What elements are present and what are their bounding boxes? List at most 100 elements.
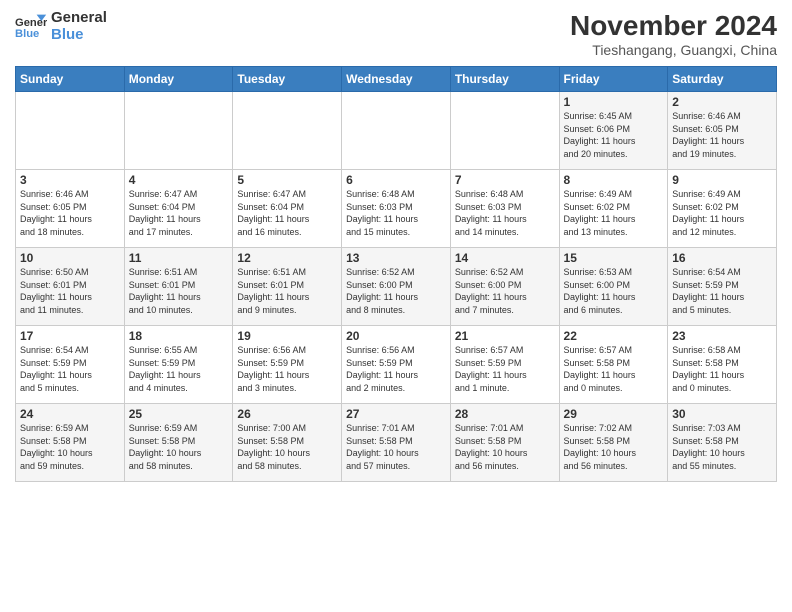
day-number: 8 xyxy=(564,173,664,187)
day-number: 16 xyxy=(672,251,772,265)
calendar-cell xyxy=(342,92,451,170)
calendar-cell: 28Sunrise: 7:01 AM Sunset: 5:58 PM Dayli… xyxy=(450,404,559,482)
header-day-saturday: Saturday xyxy=(668,67,777,92)
day-details: Sunrise: 6:51 AM Sunset: 6:01 PM Dayligh… xyxy=(237,266,337,316)
day-number: 1 xyxy=(564,95,664,109)
logo-line2: Blue xyxy=(51,27,107,44)
day-number: 5 xyxy=(237,173,337,187)
calendar-cell: 29Sunrise: 7:02 AM Sunset: 5:58 PM Dayli… xyxy=(559,404,668,482)
day-number: 14 xyxy=(455,251,555,265)
logo: General Blue General Blue xyxy=(15,10,107,43)
day-details: Sunrise: 6:46 AM Sunset: 6:05 PM Dayligh… xyxy=(20,188,120,238)
calendar-cell: 17Sunrise: 6:54 AM Sunset: 5:59 PM Dayli… xyxy=(16,326,125,404)
day-number: 3 xyxy=(20,173,120,187)
calendar-week-3: 10Sunrise: 6:50 AM Sunset: 6:01 PM Dayli… xyxy=(16,248,777,326)
calendar-cell: 19Sunrise: 6:56 AM Sunset: 5:59 PM Dayli… xyxy=(233,326,342,404)
day-number: 10 xyxy=(20,251,120,265)
calendar-cell: 10Sunrise: 6:50 AM Sunset: 6:01 PM Dayli… xyxy=(16,248,125,326)
day-number: 28 xyxy=(455,407,555,421)
calendar-cell: 23Sunrise: 6:58 AM Sunset: 5:58 PM Dayli… xyxy=(668,326,777,404)
calendar-cell: 20Sunrise: 6:56 AM Sunset: 5:59 PM Dayli… xyxy=(342,326,451,404)
month-title: November 2024 xyxy=(570,10,777,42)
calendar-cell: 22Sunrise: 6:57 AM Sunset: 5:58 PM Dayli… xyxy=(559,326,668,404)
page-container: General Blue General Blue November 2024 … xyxy=(0,0,792,492)
calendar-cell: 18Sunrise: 6:55 AM Sunset: 5:59 PM Dayli… xyxy=(124,326,233,404)
day-details: Sunrise: 7:02 AM Sunset: 5:58 PM Dayligh… xyxy=(564,422,664,472)
calendar-cell: 12Sunrise: 6:51 AM Sunset: 6:01 PM Dayli… xyxy=(233,248,342,326)
day-details: Sunrise: 6:52 AM Sunset: 6:00 PM Dayligh… xyxy=(346,266,446,316)
day-details: Sunrise: 6:56 AM Sunset: 5:59 PM Dayligh… xyxy=(237,344,337,394)
day-number: 18 xyxy=(129,329,229,343)
calendar-cell xyxy=(16,92,125,170)
day-details: Sunrise: 6:59 AM Sunset: 5:58 PM Dayligh… xyxy=(20,422,120,472)
day-number: 20 xyxy=(346,329,446,343)
calendar-cell: 5Sunrise: 6:47 AM Sunset: 6:04 PM Daylig… xyxy=(233,170,342,248)
calendar-cell: 1Sunrise: 6:45 AM Sunset: 6:06 PM Daylig… xyxy=(559,92,668,170)
calendar-cell xyxy=(450,92,559,170)
day-number: 9 xyxy=(672,173,772,187)
calendar-cell: 24Sunrise: 6:59 AM Sunset: 5:58 PM Dayli… xyxy=(16,404,125,482)
day-number: 2 xyxy=(672,95,772,109)
day-details: Sunrise: 6:48 AM Sunset: 6:03 PM Dayligh… xyxy=(455,188,555,238)
day-number: 21 xyxy=(455,329,555,343)
calendar-cell xyxy=(233,92,342,170)
day-details: Sunrise: 6:51 AM Sunset: 6:01 PM Dayligh… xyxy=(129,266,229,316)
day-number: 12 xyxy=(237,251,337,265)
day-number: 4 xyxy=(129,173,229,187)
day-details: Sunrise: 6:58 AM Sunset: 5:58 PM Dayligh… xyxy=(672,344,772,394)
day-number: 13 xyxy=(346,251,446,265)
header-day-sunday: Sunday xyxy=(16,67,125,92)
day-details: Sunrise: 6:46 AM Sunset: 6:05 PM Dayligh… xyxy=(672,110,772,160)
day-details: Sunrise: 6:55 AM Sunset: 5:59 PM Dayligh… xyxy=(129,344,229,394)
day-details: Sunrise: 6:45 AM Sunset: 6:06 PM Dayligh… xyxy=(564,110,664,160)
calendar-cell xyxy=(124,92,233,170)
day-number: 22 xyxy=(564,329,664,343)
day-number: 25 xyxy=(129,407,229,421)
title-block: November 2024 Tieshangang, Guangxi, Chin… xyxy=(570,10,777,58)
calendar-cell: 4Sunrise: 6:47 AM Sunset: 6:04 PM Daylig… xyxy=(124,170,233,248)
day-number: 29 xyxy=(564,407,664,421)
calendar-cell: 15Sunrise: 6:53 AM Sunset: 6:00 PM Dayli… xyxy=(559,248,668,326)
day-details: Sunrise: 6:54 AM Sunset: 5:59 PM Dayligh… xyxy=(20,344,120,394)
day-details: Sunrise: 6:56 AM Sunset: 5:59 PM Dayligh… xyxy=(346,344,446,394)
day-number: 30 xyxy=(672,407,772,421)
calendar-cell: 9Sunrise: 6:49 AM Sunset: 6:02 PM Daylig… xyxy=(668,170,777,248)
logo-icon: General Blue xyxy=(15,13,47,41)
calendar-header-row: SundayMondayTuesdayWednesdayThursdayFrid… xyxy=(16,67,777,92)
calendar-table: SundayMondayTuesdayWednesdayThursdayFrid… xyxy=(15,66,777,482)
day-number: 7 xyxy=(455,173,555,187)
day-number: 27 xyxy=(346,407,446,421)
day-details: Sunrise: 6:52 AM Sunset: 6:00 PM Dayligh… xyxy=(455,266,555,316)
calendar-week-4: 17Sunrise: 6:54 AM Sunset: 5:59 PM Dayli… xyxy=(16,326,777,404)
day-details: Sunrise: 6:57 AM Sunset: 5:59 PM Dayligh… xyxy=(455,344,555,394)
day-details: Sunrise: 6:50 AM Sunset: 6:01 PM Dayligh… xyxy=(20,266,120,316)
day-number: 23 xyxy=(672,329,772,343)
day-details: Sunrise: 7:00 AM Sunset: 5:58 PM Dayligh… xyxy=(237,422,337,472)
day-number: 26 xyxy=(237,407,337,421)
day-details: Sunrise: 6:49 AM Sunset: 6:02 PM Dayligh… xyxy=(564,188,664,238)
calendar-cell: 14Sunrise: 6:52 AM Sunset: 6:00 PM Dayli… xyxy=(450,248,559,326)
day-number: 17 xyxy=(20,329,120,343)
header-day-wednesday: Wednesday xyxy=(342,67,451,92)
location: Tieshangang, Guangxi, China xyxy=(570,42,777,58)
day-details: Sunrise: 6:48 AM Sunset: 6:03 PM Dayligh… xyxy=(346,188,446,238)
calendar-cell: 3Sunrise: 6:46 AM Sunset: 6:05 PM Daylig… xyxy=(16,170,125,248)
header: General Blue General Blue November 2024 … xyxy=(15,10,777,58)
day-number: 11 xyxy=(129,251,229,265)
svg-text:Blue: Blue xyxy=(15,28,39,40)
header-day-tuesday: Tuesday xyxy=(233,67,342,92)
calendar-week-1: 1Sunrise: 6:45 AM Sunset: 6:06 PM Daylig… xyxy=(16,92,777,170)
day-number: 6 xyxy=(346,173,446,187)
day-details: Sunrise: 6:49 AM Sunset: 6:02 PM Dayligh… xyxy=(672,188,772,238)
day-details: Sunrise: 6:59 AM Sunset: 5:58 PM Dayligh… xyxy=(129,422,229,472)
calendar-cell: 30Sunrise: 7:03 AM Sunset: 5:58 PM Dayli… xyxy=(668,404,777,482)
calendar-cell: 26Sunrise: 7:00 AM Sunset: 5:58 PM Dayli… xyxy=(233,404,342,482)
day-number: 15 xyxy=(564,251,664,265)
day-details: Sunrise: 7:01 AM Sunset: 5:58 PM Dayligh… xyxy=(455,422,555,472)
day-details: Sunrise: 7:01 AM Sunset: 5:58 PM Dayligh… xyxy=(346,422,446,472)
day-number: 24 xyxy=(20,407,120,421)
calendar-cell: 8Sunrise: 6:49 AM Sunset: 6:02 PM Daylig… xyxy=(559,170,668,248)
calendar-cell: 21Sunrise: 6:57 AM Sunset: 5:59 PM Dayli… xyxy=(450,326,559,404)
calendar-cell: 2Sunrise: 6:46 AM Sunset: 6:05 PM Daylig… xyxy=(668,92,777,170)
day-details: Sunrise: 6:54 AM Sunset: 5:59 PM Dayligh… xyxy=(672,266,772,316)
